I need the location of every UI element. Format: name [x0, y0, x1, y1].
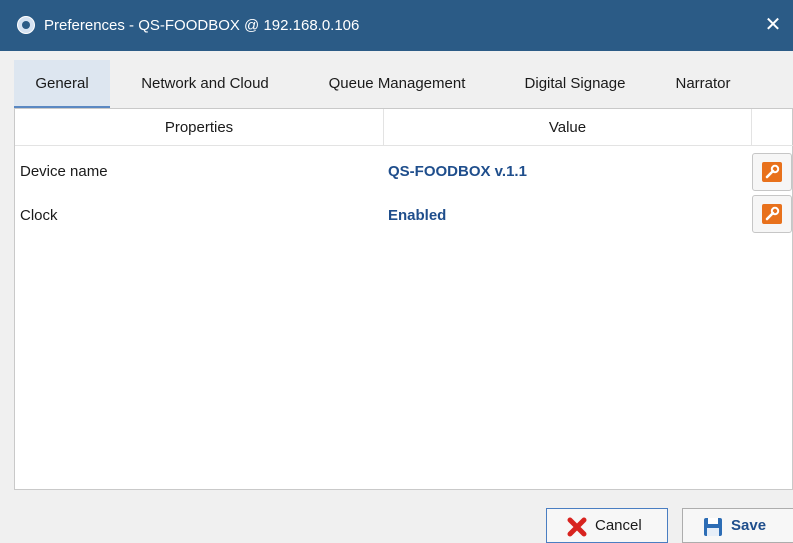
floppy-disk-icon [703, 517, 723, 537]
table-row[interactable]: Clock Enabled [15, 193, 793, 239]
window-title: Preferences - QS-FOODBOX @ 192.168.0.106 [44, 17, 360, 34]
column-header-value[interactable]: Value [384, 109, 751, 145]
tab-queue-management[interactable]: Queue Management [304, 60, 490, 108]
table-header: Properties Value [15, 109, 793, 146]
save-button[interactable]: Save [682, 508, 793, 543]
property-name: Device name [20, 163, 108, 180]
column-header-properties[interactable]: Properties [15, 109, 383, 145]
properties-table: Properties Value Device name QS-FOODBOX … [14, 108, 793, 490]
close-icon[interactable]: ✕ [753, 0, 793, 51]
edit-clock-button[interactable] [752, 195, 792, 233]
wrench-icon [762, 204, 782, 224]
wrench-icon [762, 162, 782, 182]
edit-device-name-button[interactable] [752, 153, 792, 191]
save-label: Save [731, 517, 767, 534]
tab-general[interactable]: General [14, 60, 110, 108]
tab-network-and-cloud[interactable]: Network and Cloud [114, 60, 296, 108]
table-row[interactable]: Device name QS-FOODBOX v.1.1 [15, 149, 793, 195]
property-value: QS-FOODBOX v.1.1 [388, 163, 527, 180]
red-x-icon [567, 517, 587, 537]
tab-narrator[interactable]: Narrator [658, 60, 748, 108]
property-name: Clock [20, 207, 58, 224]
column-divider[interactable] [751, 109, 752, 145]
property-value: Enabled [388, 207, 447, 224]
tab-digital-signage[interactable]: Digital Signage [500, 60, 650, 108]
cancel-label: Cancel [595, 517, 642, 534]
cancel-button[interactable]: Cancel [546, 508, 668, 543]
app-logo-icon [17, 16, 35, 34]
title-bar: Preferences - QS-FOODBOX @ 192.168.0.106… [0, 0, 793, 51]
